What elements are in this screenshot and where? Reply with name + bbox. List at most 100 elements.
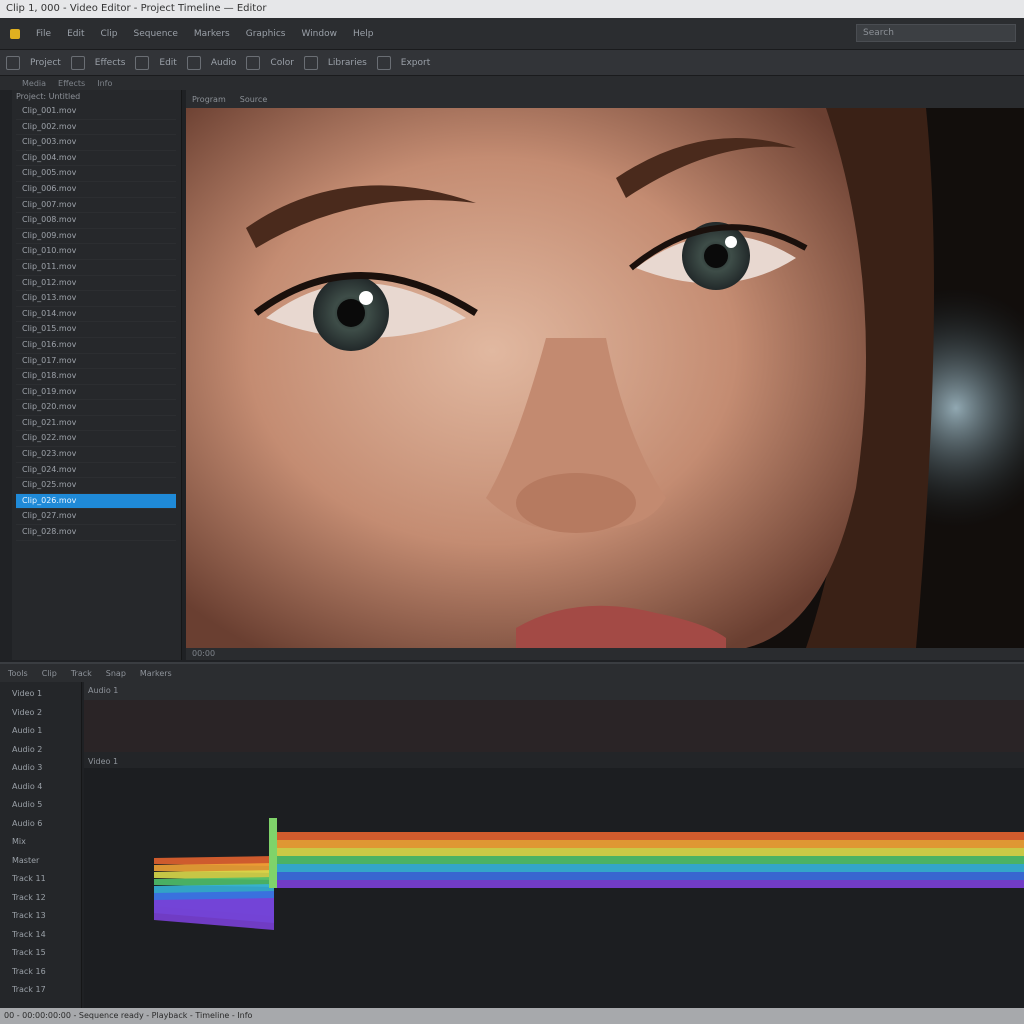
track-header[interactable]: Video 1 <box>12 688 78 700</box>
timeline-toolbar: Tools Clip Track Snap Markers <box>0 662 1024 682</box>
menu-item-file[interactable]: File <box>36 29 51 39</box>
clip-list-item[interactable]: Clip_003.mov <box>16 135 176 151</box>
clip-list-item[interactable]: Clip_014.mov <box>16 307 176 323</box>
menu-item-window[interactable]: Window <box>301 29 337 39</box>
clip-list-item[interactable]: Clip_027.mov <box>16 509 176 526</box>
clip-list-item[interactable]: Clip_011.mov <box>16 260 176 276</box>
toolbar: Project Effects Edit Audio Color Libraries Exp… <box>0 50 1024 76</box>
menu-item-help[interactable]: Help <box>353 29 374 39</box>
track-header[interactable]: Track 13 <box>12 910 78 922</box>
app-icon[interactable] <box>10 29 20 39</box>
tool-icon[interactable] <box>70 55 85 70</box>
tool-icon[interactable] <box>246 55 261 70</box>
viewer-tab-program[interactable]: Program <box>192 95 226 104</box>
timeline-tool-track[interactable]: Track <box>71 669 92 678</box>
clip-list-item[interactable]: Clip_024.mov <box>16 463 176 479</box>
tab-effects[interactable]: Effects <box>58 79 85 88</box>
tool-icon[interactable] <box>376 55 391 70</box>
tab-info[interactable]: Info <box>97 79 112 88</box>
panel-rail <box>0 90 12 660</box>
spectrum-band <box>272 832 1024 840</box>
track-header[interactable]: Track 12 <box>12 892 78 904</box>
timeline-area[interactable]: Video 1 <box>84 700 1024 1008</box>
spectrum-band <box>272 848 1024 856</box>
toolbar-item-edit[interactable]: Edit <box>159 58 176 68</box>
timeline-header: Audio 1 <box>84 682 1024 700</box>
timeline-tool-snap[interactable]: Snap <box>106 669 126 678</box>
video-frame <box>186 108 1024 648</box>
clip-list-item[interactable]: Clip_002.mov <box>16 120 176 136</box>
clip-list-item[interactable]: Clip_008.mov <box>16 213 176 229</box>
track-header[interactable]: Audio 4 <box>12 781 78 793</box>
timeline-tool-clip[interactable]: Clip <box>42 669 57 678</box>
clip-list-item[interactable]: Clip_016.mov <box>16 338 176 354</box>
status-bar: 00 - 00:00:00:00 - Sequence ready - Play… <box>0 1008 1024 1024</box>
tool-icon[interactable] <box>186 55 201 70</box>
toolbar-item-audio[interactable]: Audio <box>211 58 237 68</box>
clip-list-item[interactable]: Clip_026.mov <box>16 493 176 510</box>
menu-item-edit[interactable]: Edit <box>67 29 84 39</box>
clip-list-item[interactable]: Clip_019.mov <box>16 385 176 401</box>
menu-item-graphics[interactable]: Graphics <box>246 29 286 39</box>
track-header[interactable]: Audio 6 <box>12 818 78 830</box>
waveform-display: Video 1 <box>84 700 1024 1008</box>
tab-media[interactable]: Media <box>22 79 46 88</box>
clip-list-item[interactable]: Clip_009.mov <box>16 229 176 245</box>
clip-list-item[interactable]: Clip_022.mov <box>16 431 176 448</box>
menu-item-clip[interactable]: Clip <box>101 29 118 39</box>
search-input[interactable]: Search <box>856 24 1016 42</box>
spectrum-band <box>272 872 1024 880</box>
clip-list-item[interactable]: Clip_007.mov <box>16 198 176 214</box>
tool-icon[interactable] <box>6 55 20 70</box>
clip-list-item[interactable]: Clip_013.mov <box>16 291 176 307</box>
project-panel-title: Project: Untitled <box>16 92 81 101</box>
toolbar-item-libraries[interactable]: Libraries <box>328 58 367 68</box>
clip-list-item[interactable]: Clip_004.mov <box>16 151 176 167</box>
clip-list-item[interactable]: Clip_017.mov <box>16 354 176 370</box>
toolbar-item-effects[interactable]: Effects <box>95 58 126 68</box>
track-header[interactable]: Track 14 <box>12 929 78 941</box>
panel-tabs: Media Effects Info <box>0 76 1024 90</box>
clip-list-item[interactable]: Clip_005.mov <box>16 166 176 182</box>
toolbar-item-project[interactable]: Project <box>30 58 61 68</box>
track-header[interactable]: Audio 1 <box>12 725 78 737</box>
track-header[interactable]: Audio 2 <box>12 744 78 756</box>
menu-item-sequence[interactable]: Sequence <box>134 29 178 39</box>
track-header[interactable]: Track 17 <box>12 984 78 996</box>
clip-list-item[interactable]: Clip_012.mov <box>16 276 176 292</box>
tool-icon[interactable] <box>303 55 318 70</box>
track-header[interactable]: Track 11 <box>12 873 78 885</box>
timeline-tool-markers[interactable]: Markers <box>140 669 172 678</box>
menu-item-markers[interactable]: Markers <box>194 29 230 39</box>
track-header[interactable]: Master <box>12 855 78 867</box>
track-header[interactable]: Video 2 <box>12 707 78 719</box>
clip-list-item[interactable]: Clip_025.mov <box>16 478 176 494</box>
clip-list-item[interactable]: Clip_023.mov <box>16 447 176 463</box>
viewer-tab-source[interactable]: Source <box>240 95 267 104</box>
spectrum-band <box>272 840 1024 848</box>
timeline-tool-tools[interactable]: Tools <box>8 669 28 678</box>
toolbar-item-color[interactable]: Color <box>270 58 294 68</box>
project-panel: Project: Untitled Clip_001.mov Clip_002.m… <box>0 90 182 660</box>
program-monitor[interactable] <box>186 108 1024 648</box>
track-header[interactable]: Audio 3 <box>12 762 78 774</box>
clip-list-item[interactable]: Clip_018.mov <box>16 369 176 385</box>
track-header[interactable]: Audio 5 <box>12 799 78 811</box>
waveform-peak <box>269 818 277 888</box>
clip-list-item[interactable]: Clip_021.mov <box>16 416 176 432</box>
clip-list-item[interactable]: Clip_006.mov <box>16 182 176 198</box>
video-track-label: Video 1 <box>88 757 118 766</box>
clip-list-item[interactable]: Clip_028.mov <box>16 525 176 541</box>
track-header[interactable]: Track 15 <box>12 947 78 959</box>
clip-list-item[interactable]: Clip_020.mov <box>16 400 176 416</box>
track-header[interactable]: Track 16 <box>12 966 78 978</box>
toolbar-item-export[interactable]: Export <box>401 58 430 68</box>
viewer-timecode: 00:00 <box>186 648 1024 660</box>
clip-list-item[interactable]: Clip_001.mov <box>16 104 176 120</box>
menu-items: File Edit Clip Sequence Markers Graphics Windo… <box>10 18 374 50</box>
clip-list-item[interactable]: Clip_015.mov <box>16 322 176 338</box>
clip-list-item[interactable]: Clip_010.mov <box>16 244 176 260</box>
track-header[interactable]: Mix <box>12 836 78 848</box>
window-title: Clip 1, 000 - Video Editor - Project Tim… <box>0 0 1024 18</box>
tool-icon[interactable] <box>135 55 150 70</box>
